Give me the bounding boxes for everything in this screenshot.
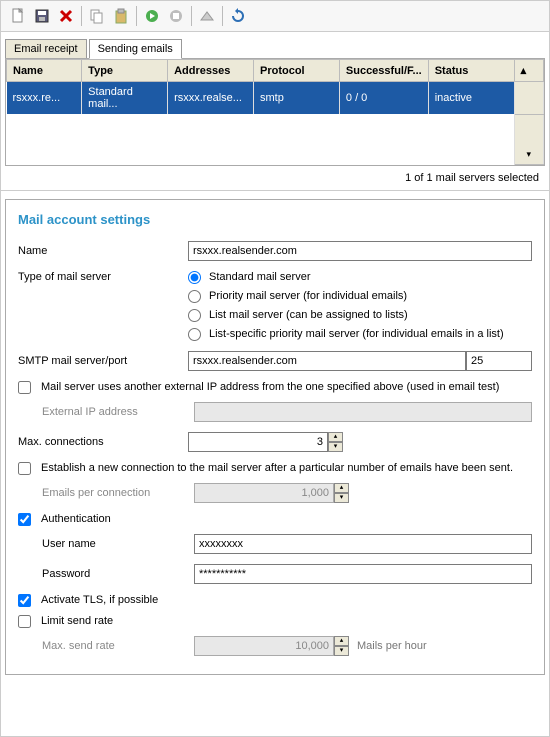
col-type[interactable]: Type xyxy=(82,60,168,82)
col-successful[interactable]: Successful/F... xyxy=(339,60,428,82)
cell-addresses: rsxxx.realse... xyxy=(168,82,254,115)
new-icon[interactable] xyxy=(7,5,29,27)
radio-standard[interactable] xyxy=(188,271,201,284)
radio-list-label: List mail server (can be assigned to lis… xyxy=(209,309,408,321)
run-icon[interactable] xyxy=(141,5,163,27)
emails-per-conn-up-icon[interactable]: ▴ xyxy=(334,483,349,493)
name-input[interactable] xyxy=(188,241,532,261)
limit-send-rate-checkbox[interactable] xyxy=(18,615,31,628)
cell-type: Standard mail... xyxy=(82,82,168,115)
max-send-rate-input: 10,000 xyxy=(194,636,334,656)
establish-connection-checkbox[interactable] xyxy=(18,462,31,475)
cell-name: rsxxx.re... xyxy=(7,82,82,115)
tls-checkbox[interactable] xyxy=(18,594,31,607)
authentication-label: Authentication xyxy=(41,513,111,525)
radio-priority[interactable] xyxy=(188,290,201,303)
password-input[interactable] xyxy=(194,564,532,584)
label-smtp: SMTP mail server/port xyxy=(18,355,188,367)
tls-label: Activate TLS, if possible xyxy=(41,594,158,606)
emails-per-conn-input: 1,000 xyxy=(194,483,334,503)
label-max-conn: Max. connections xyxy=(18,436,188,448)
cell-protocol: smtp xyxy=(253,82,339,115)
label-username: User name xyxy=(42,538,194,550)
scroll-down-icon[interactable] xyxy=(514,114,543,164)
max-rate-down-icon[interactable]: ▾ xyxy=(334,646,349,656)
label-type: Type of mail server xyxy=(18,271,188,283)
smtp-host-input[interactable] xyxy=(188,351,466,371)
mail-servers-table: Name Type Addresses Protocol Successful/… xyxy=(5,58,545,166)
authentication-checkbox[interactable] xyxy=(18,513,31,526)
radio-list-specific-label: List-specific priority mail server (for … xyxy=(209,328,504,340)
smtp-port-input[interactable] xyxy=(466,351,532,371)
label-password: Password xyxy=(42,568,194,580)
col-status[interactable]: Status xyxy=(428,60,514,82)
label-ext-ip: External IP address xyxy=(42,406,194,418)
external-ip-input xyxy=(194,402,532,422)
send-icon[interactable] xyxy=(196,5,218,27)
emails-per-conn-down-icon[interactable]: ▾ xyxy=(334,493,349,503)
toolbar xyxy=(1,1,549,32)
tab-email-receipt[interactable]: Email receipt xyxy=(5,39,87,58)
col-protocol[interactable]: Protocol xyxy=(253,60,339,82)
cell-status: inactive xyxy=(428,82,514,115)
limit-send-rate-label: Limit send rate xyxy=(41,615,113,627)
radio-priority-label: Priority mail server (for individual ema… xyxy=(209,290,407,302)
copy-icon[interactable] xyxy=(86,5,108,27)
radio-list[interactable] xyxy=(188,309,201,322)
col-addresses[interactable]: Addresses xyxy=(168,60,254,82)
username-input[interactable] xyxy=(194,534,532,554)
scroll-up-icon[interactable] xyxy=(514,60,543,82)
establish-connection-label: Establish a new connection to the mail s… xyxy=(41,462,513,474)
mail-account-settings-panel: Mail account settings Name Type of mail … xyxy=(5,199,545,675)
external-ip-label: Mail server uses another external IP add… xyxy=(41,381,499,393)
mails-per-hour-label: Mails per hour xyxy=(357,640,427,652)
refresh-icon[interactable] xyxy=(227,5,249,27)
label-name: Name xyxy=(18,245,188,257)
max-rate-up-icon[interactable]: ▴ xyxy=(334,636,349,646)
max-conn-down-icon[interactable]: ▾ xyxy=(328,442,343,452)
stop-icon[interactable] xyxy=(165,5,187,27)
table-header-row: Name Type Addresses Protocol Successful/… xyxy=(7,60,544,82)
tab-strip: Email receipt Sending emails xyxy=(1,32,549,58)
delete-icon[interactable] xyxy=(55,5,77,27)
col-name[interactable]: Name xyxy=(7,60,82,82)
radio-list-specific[interactable] xyxy=(188,328,201,341)
save-icon[interactable] xyxy=(31,5,53,27)
mail-server-type-radios: Standard mail server Priority mail serve… xyxy=(188,271,532,341)
max-connections-input[interactable]: 3 xyxy=(188,432,328,452)
panel-title: Mail account settings xyxy=(18,212,532,227)
tab-sending-emails[interactable]: Sending emails xyxy=(89,39,182,59)
external-ip-checkbox[interactable] xyxy=(18,381,31,394)
paste-icon[interactable] xyxy=(110,5,132,27)
label-max-send-rate: Max. send rate xyxy=(42,640,194,652)
max-conn-up-icon[interactable]: ▴ xyxy=(328,432,343,442)
status-bar: 1 of 1 mail servers selected xyxy=(1,166,549,191)
cell-successful: 0 / 0 xyxy=(339,82,428,115)
radio-standard-label: Standard mail server xyxy=(209,271,311,283)
label-emails-per-conn: Emails per connection xyxy=(42,487,194,499)
table-row[interactable]: rsxxx.re... Standard mail... rsxxx.reals… xyxy=(7,82,544,115)
